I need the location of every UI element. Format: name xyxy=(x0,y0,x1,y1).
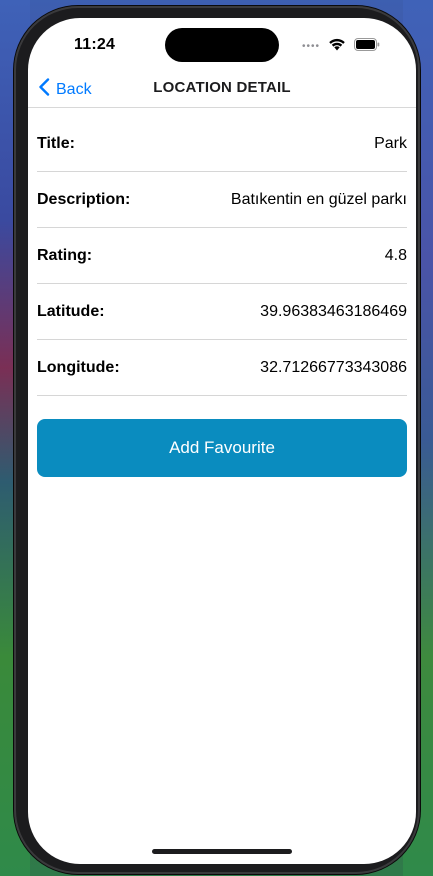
detail-value: 39.96383463186469 xyxy=(260,302,407,320)
app-screen: 11:24 •••• Back LOCATION DETAIL Title: P… xyxy=(28,18,416,864)
detail-row-rating: Rating: 4.8 xyxy=(37,228,407,284)
detail-label: Longitude: xyxy=(37,358,120,376)
signal-icon: •••• xyxy=(301,41,320,52)
navigation-bar: Back LOCATION DETAIL xyxy=(28,74,416,108)
detail-row-latitude: Latitude: 39.96383463186469 xyxy=(37,284,407,340)
home-indicator[interactable] xyxy=(152,849,292,854)
detail-row-title: Title: Park xyxy=(37,116,407,172)
detail-value: 4.8 xyxy=(384,246,407,264)
page-title: LOCATION DETAIL xyxy=(153,79,291,96)
detail-label: Rating: xyxy=(37,246,93,264)
detail-row-longitude: Longitude: 32.71266773343086 xyxy=(37,340,407,396)
detail-label: Latitude: xyxy=(37,302,105,320)
detail-value: Batıkentin en güzel parkı xyxy=(230,190,407,208)
detail-value: Park xyxy=(374,134,407,152)
status-indicators: •••• xyxy=(302,38,380,56)
detail-label: Description: xyxy=(37,190,131,208)
add-favourite-button[interactable]: Add Favourite xyxy=(37,419,407,477)
battery-icon xyxy=(354,38,380,56)
detail-value: 32.71266773343086 xyxy=(260,358,407,376)
detail-row-description: Description: Batıkentin en güzel parkı xyxy=(37,172,407,228)
dynamic-island xyxy=(165,28,279,62)
detail-list: Title: Park Description: Batıkentin en g… xyxy=(37,116,407,396)
detail-label: Title: xyxy=(37,134,75,152)
wifi-icon xyxy=(328,38,346,56)
status-time: 11:24 xyxy=(74,36,116,53)
